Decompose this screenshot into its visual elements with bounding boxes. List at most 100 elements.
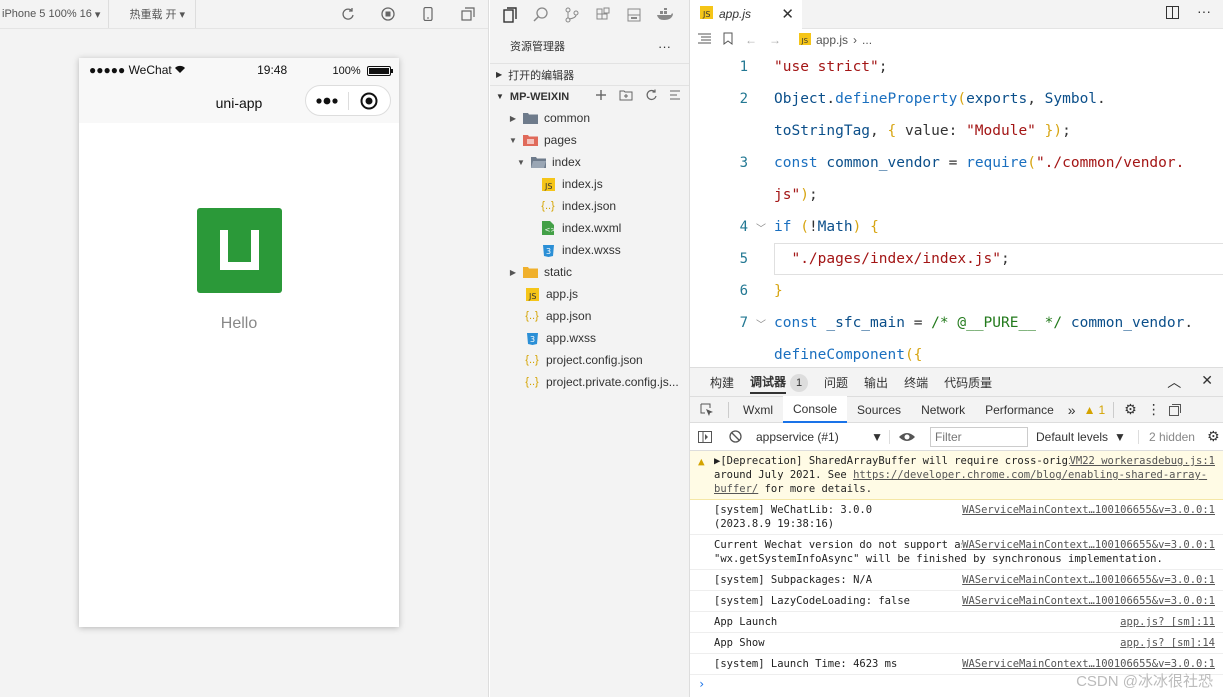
new-folder-icon[interactable] <box>619 89 633 104</box>
docker-icon[interactable] <box>651 0 679 29</box>
filter-input[interactable] <box>930 426 1028 447</box>
console-settings-gear-icon[interactable]: ⚙ <box>1207 428 1220 445</box>
message-source-link[interactable]: WAServiceMainContext…100106655&v=3.0.0:1 <box>962 594 1215 608</box>
warning-counter[interactable]: ▲ 1 <box>1084 403 1106 417</box>
tree-item-index-wxss[interactable]: 3 index.wxss <box>490 239 689 261</box>
message-source-link[interactable]: VM22 workerasdebug.js:1 <box>1069 454 1215 468</box>
message-text: [system] Subpackages: N/A <box>714 574 873 586</box>
hot-reload-select[interactable]: 热重载 开 ▾ <box>109 0 197 28</box>
phone-icon[interactable] <box>408 0 448 29</box>
levels-label: Default levels <box>1036 429 1109 444</box>
message-source-link[interactable]: WAServiceMainContext…100106655&v=3.0.0:1 <box>962 657 1215 671</box>
detach-window-icon[interactable] <box>448 0 488 29</box>
chevron-up-icon[interactable]: ︿ <box>1167 372 1181 392</box>
tab-terminal[interactable]: 终端 <box>904 374 928 391</box>
sidebar-toggle-icon[interactable] <box>690 430 720 443</box>
search-icon[interactable] <box>527 0 555 29</box>
bookmark-icon[interactable] <box>723 32 733 48</box>
tree-item-app-wxss[interactable]: 3 app.wxss <box>490 327 689 349</box>
console-message[interactable]: [system] LazyCodeLoading: false WAServic… <box>690 591 1223 612</box>
tree-item-index-json[interactable]: {..} index.json <box>490 195 689 217</box>
close-capsule-icon[interactable] <box>349 86 391 115</box>
split-editor-icon[interactable] <box>1166 6 1179 22</box>
devtools-tab-console[interactable]: Console <box>783 396 848 423</box>
more-icon[interactable]: ··· <box>1197 4 1211 22</box>
fold-icon[interactable]: ﹀ <box>748 316 774 331</box>
close-icon[interactable]: ✕ <box>781 5 794 23</box>
breadcrumb-more[interactable]: ... <box>862 33 872 47</box>
phone-frame: ●●●●● WeChat 19:48 100% uni-app Hello <box>79 58 399 627</box>
message-source-link[interactable]: app.js? [sm]:11 <box>1120 615 1215 629</box>
more-actions-button[interactable]: ··· <box>658 39 671 54</box>
tree-item-index-folder[interactable]: ▼ index <box>490 151 689 173</box>
new-file-icon[interactable] <box>595 89 607 104</box>
tab-problems[interactable]: 问题 <box>824 374 848 391</box>
stop-icon[interactable] <box>368 0 408 29</box>
files-icon[interactable] <box>496 0 524 29</box>
source-control-icon[interactable] <box>558 0 586 29</box>
line-number: 7 <box>739 315 748 331</box>
folder-static-icon <box>522 264 538 280</box>
fold-icon[interactable]: ﹀ <box>748 220 774 235</box>
code-area[interactable]: 1 "use strict"; 2 Object.defineProperty(… <box>690 51 1223 371</box>
tab-app-js[interactable]: JS app.js ✕ <box>690 0 802 29</box>
device-label: iPhone 5 100% 16 <box>2 8 92 20</box>
tab-build[interactable]: 构建 <box>710 374 734 391</box>
devtools-tab-network[interactable]: Network <box>911 396 975 423</box>
project-section[interactable]: ▼ MP-WEIXIN <box>490 85 689 107</box>
device-select[interactable]: iPhone 5 100% 16 ▾ <box>0 0 110 28</box>
refresh-explorer-icon[interactable] <box>645 89 657 104</box>
console-message[interactable]: App Show app.js? [sm]:14 <box>690 633 1223 654</box>
more-tabs-button[interactable]: » <box>1064 396 1080 423</box>
bottom-panel: 构建 调试器 1 问题 输出 终端 代码质量 ︿ ✕ Wxml Console S… <box>690 367 1223 697</box>
message-text: [system] Launch Time: 4623 ms <box>714 658 898 670</box>
tree-item-static[interactable]: ▶ static <box>490 261 689 283</box>
clear-console-icon[interactable] <box>720 430 750 443</box>
context-select[interactable]: appservice (#1) ▼ <box>750 429 890 444</box>
devtools-tab-wxml[interactable]: Wxml <box>733 396 783 423</box>
refresh-icon[interactable] <box>328 0 368 29</box>
chevron-right-icon: › <box>853 33 858 47</box>
console-message[interactable]: [system] Subpackages: N/A WAServiceMainC… <box>690 570 1223 591</box>
tree-item-project-private-config[interactable]: {..} project.private.config.js... <box>490 371 689 393</box>
console-message[interactable]: App Launch app.js? [sm]:11 <box>690 612 1223 633</box>
message-source-link[interactable]: WAServiceMainContext…100106655&v=3.0.0:1 <box>962 538 1215 552</box>
forward-arrow-icon[interactable]: → <box>769 33 781 47</box>
inspect-element-icon[interactable] <box>690 396 724 423</box>
collapse-all-icon[interactable] <box>669 89 681 104</box>
nav-title: uni-app <box>215 94 263 111</box>
kebab-menu-icon[interactable]: ⋮ <box>1143 396 1165 423</box>
wxml-file-icon: <> <box>540 220 556 236</box>
devtools-tab-sources[interactable]: Sources <box>847 396 911 423</box>
breadcrumb-file[interactable]: app.js <box>816 33 848 47</box>
tab-output[interactable]: 输出 <box>864 374 888 391</box>
tab-debugger[interactable]: 调试器 1 <box>750 373 809 394</box>
tree-item-project-config[interactable]: {..} project.config.json <box>490 349 689 371</box>
close-panel-icon[interactable]: ✕ <box>1201 372 1213 392</box>
tree-item-app-js[interactable]: JS app.js <box>490 283 689 305</box>
storage-icon[interactable] <box>620 0 648 29</box>
message-source-link[interactable]: WAServiceMainContext…100106655&v=3.0.0:1 <box>962 573 1215 587</box>
live-expression-eye-icon[interactable] <box>890 432 924 442</box>
more-dots-icon[interactable] <box>306 86 348 115</box>
tree-item-common[interactable]: ▶ common <box>490 107 689 129</box>
tree-item-index-wxml[interactable]: <> index.wxml <box>490 217 689 239</box>
console-message-warning[interactable]: ▲ ▶[Deprecation] SharedArrayBuffer will … <box>690 451 1223 500</box>
tree-item-app-json[interactable]: {..} app.json <box>490 305 689 327</box>
devtools-tab-performance[interactable]: Performance <box>975 396 1064 423</box>
debugger-badge: 1 <box>790 373 809 392</box>
console-message[interactable]: Current Wechat version do not support as… <box>690 535 1223 570</box>
settings-gear-icon[interactable]: ⚙ <box>1118 396 1143 423</box>
tree-item-index-js[interactable]: JS index.js <box>490 173 689 195</box>
log-levels-select[interactable]: Default levels ▼ <box>1036 429 1139 444</box>
tab-code-quality[interactable]: 代码质量 <box>944 374 992 391</box>
extensions-icon[interactable] <box>589 0 617 29</box>
message-source-link[interactable]: app.js? [sm]:14 <box>1120 636 1215 650</box>
console-message[interactable]: [system] WeChatLib: 3.0.0 (2023.8.9 19:3… <box>690 500 1223 535</box>
open-editors-section[interactable]: ▶ 打开的编辑器 <box>490 63 689 85</box>
message-source-link[interactable]: WAServiceMainContext…100106655&v=3.0.0:1 <box>962 503 1215 531</box>
outline-icon[interactable] <box>698 33 711 47</box>
dock-icon[interactable] <box>1165 396 1185 423</box>
tree-item-pages[interactable]: ▼ pages <box>490 129 689 151</box>
back-arrow-icon[interactable]: ← <box>745 33 757 47</box>
